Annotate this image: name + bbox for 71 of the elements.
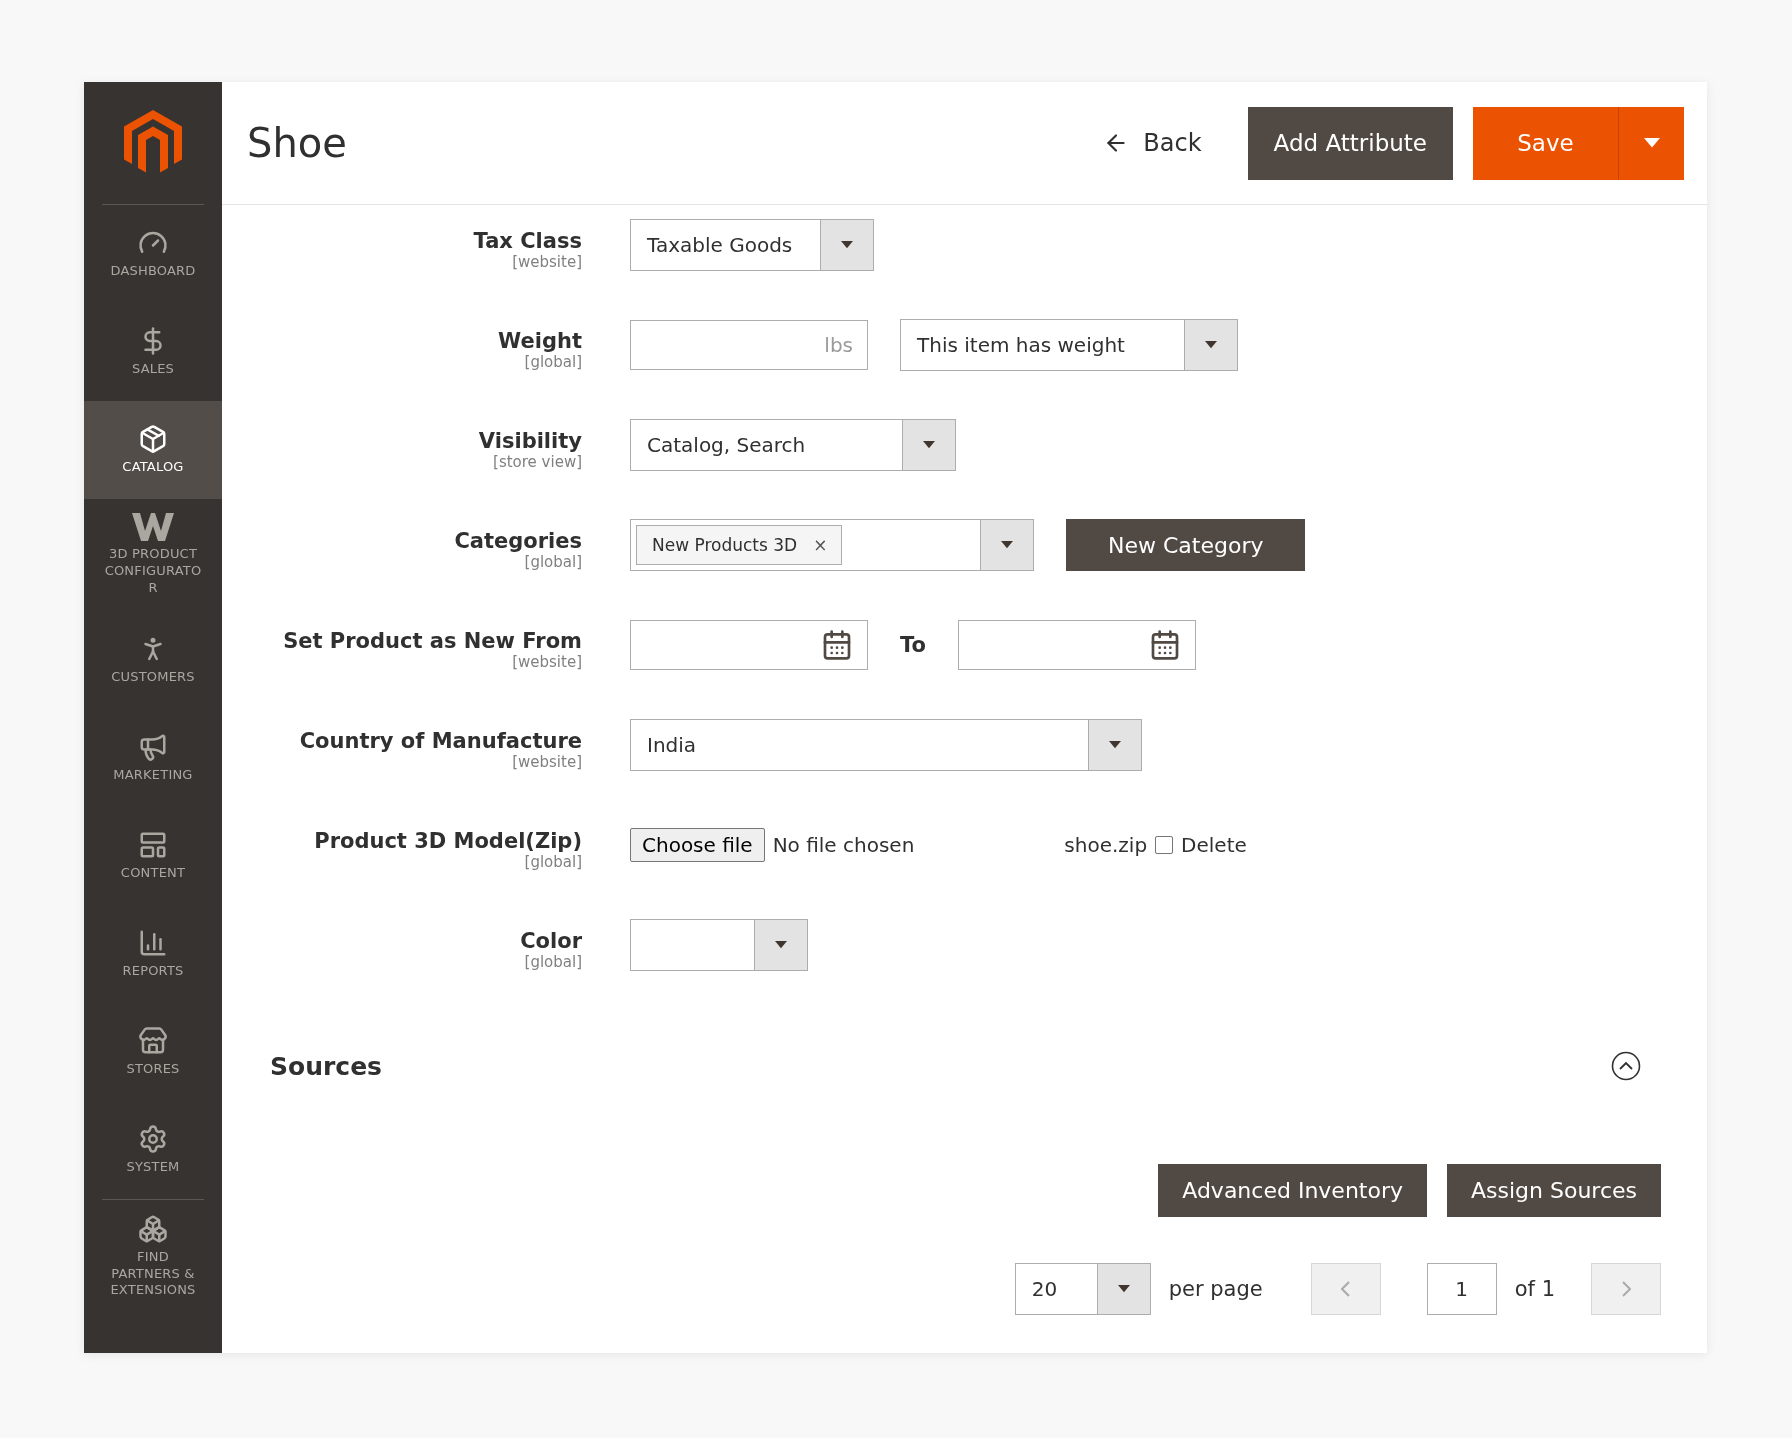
- to-label: To: [900, 633, 926, 657]
- field-label: Categories: [454, 529, 582, 553]
- category-tag: New Products 3D ×: [636, 525, 843, 565]
- category-select[interactable]: New Products 3D ×: [630, 519, 1034, 571]
- scope-label: [global]: [524, 853, 582, 871]
- caret-icon: [1001, 541, 1013, 549]
- scope-label: [global]: [524, 553, 582, 571]
- action-button[interactable]: Advanced Inventory: [1158, 1164, 1427, 1217]
- scope-label: [global]: [524, 953, 582, 971]
- select-field[interactable]: This item has weight: [900, 319, 1238, 371]
- chevron-right-icon: [1621, 1281, 1631, 1297]
- field-label: Country of Manufacture: [299, 729, 582, 753]
- page-count: of 1: [1514, 1277, 1555, 1301]
- scope-label: [website]: [512, 653, 582, 671]
- caret-icon: [1117, 1285, 1130, 1293]
- delete-label: Delete: [1181, 833, 1247, 857]
- delete-checkbox[interactable]: [1155, 836, 1174, 854]
- date-field[interactable]: [630, 620, 868, 670]
- scope-label: [store view]: [493, 453, 582, 471]
- action-button[interactable]: Assign Sources: [1447, 1164, 1661, 1217]
- chevron-left-icon: [1341, 1281, 1351, 1297]
- sidebar-item[interactable]: STORES: [84, 1002, 222, 1101]
- select-field[interactable]: Catalog, Search: [630, 419, 956, 471]
- per-page-select[interactable]: 20: [1014, 1263, 1151, 1315]
- field-label: Color: [520, 929, 582, 953]
- settings-icon: [138, 1123, 168, 1154]
- file-name: shoe.zip: [1064, 833, 1148, 857]
- scope-label: [website]: [512, 253, 582, 271]
- date-field[interactable]: [957, 620, 1196, 670]
- sidebar-item[interactable]: CONTENT: [84, 806, 222, 905]
- calendar-icon[interactable]: [821, 629, 853, 661]
- blocks-icon: [138, 1213, 168, 1244]
- add-attribute-button[interactable]: Add Attribute: [1247, 106, 1453, 180]
- caret-icon: [1109, 741, 1121, 749]
- field-label: Product 3D Model(Zip): [314, 829, 582, 853]
- sidebar-item[interactable]: MARKETING: [84, 708, 222, 807]
- sidebar-item[interactable]: SALES: [84, 303, 222, 401]
- sidebar-item[interactable]: FIND PARTNERS & EXTENSIONS: [84, 1199, 222, 1314]
- sidebar-item[interactable]: REPORTS: [84, 904, 222, 1003]
- field-label: Set Product as New From: [283, 629, 582, 653]
- select-field[interactable]: [630, 919, 808, 971]
- store-icon: [138, 1025, 168, 1056]
- select-field[interactable]: India: [630, 719, 1142, 771]
- caret-icon: [775, 941, 787, 949]
- caret-icon: [1643, 138, 1660, 148]
- scope-label: [website]: [512, 753, 582, 771]
- page-field[interactable]: 1: [1426, 1263, 1497, 1315]
- caret-icon: [923, 441, 935, 449]
- scope-label: [global]: [524, 353, 582, 371]
- section-title: Sources: [270, 1051, 382, 1081]
- select-field[interactable]: Taxable Goods: [630, 219, 874, 271]
- box-icon: [138, 424, 168, 455]
- per-page-label: per page: [1168, 1277, 1263, 1301]
- field-label: Weight: [498, 329, 582, 353]
- new-category-button[interactable]: New Category: [1066, 519, 1306, 571]
- caret-icon: [1205, 341, 1217, 349]
- field-label: Tax Class: [473, 229, 582, 253]
- sidebar-item[interactable]: CUSTOMERS: [84, 610, 222, 709]
- field-label: Visibility: [478, 429, 582, 453]
- sidebar-item[interactable]: 3D PRODUCT CONFIGURATO R: [84, 499, 222, 611]
- sidebar-item[interactable]: SYSTEM: [84, 1100, 222, 1199]
- choose-file-button[interactable]: Choose file: [630, 828, 765, 862]
- page-title: Shoe: [247, 120, 348, 166]
- back-link[interactable]: Back: [1103, 129, 1202, 157]
- caret-icon: [841, 241, 853, 249]
- sidebar-item[interactable]: DASHBOARD: [84, 205, 222, 303]
- collapse-button[interactable]: [1611, 1051, 1641, 1081]
- remove-tag-button[interactable]: ×: [813, 535, 828, 555]
- w-logo-icon: [132, 513, 174, 541]
- file-status: No file chosen: [772, 833, 915, 857]
- sidebar-item[interactable]: CATALOG: [84, 401, 222, 499]
